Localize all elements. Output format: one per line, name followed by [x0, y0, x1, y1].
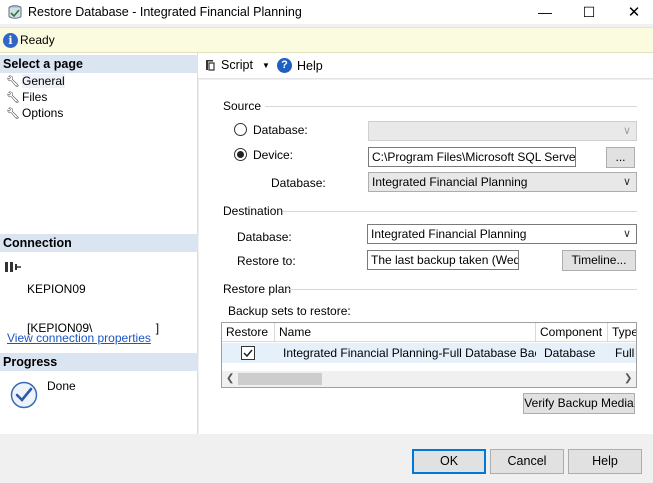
- script-button[interactable]: Script ▼: [203, 58, 270, 72]
- page-item-label: Files: [22, 90, 48, 104]
- destination-database-combo[interactable]: Integrated Financial Planning ∨: [367, 224, 637, 244]
- view-connection-properties-link[interactable]: View connection properties: [7, 331, 151, 345]
- source-database-radio-label: Database:: [253, 123, 308, 137]
- restore-to-label: Restore to:: [237, 254, 296, 268]
- page-item-general[interactable]: 🔧︎ General: [6, 73, 65, 89]
- status-bar: i Ready: [0, 27, 653, 53]
- destination-divider: [283, 211, 637, 212]
- select-page-header: Select a page: [0, 55, 198, 73]
- help-button[interactable]: Help: [568, 449, 642, 474]
- page-item-label: General: [22, 74, 65, 88]
- window-title: Restore Database - Integrated Financial …: [28, 5, 302, 19]
- wrench-icon: 🔧︎: [6, 107, 20, 120]
- table-row[interactable]: Integrated Financial Planning-Full Datab…: [222, 343, 636, 363]
- done-check-icon: [10, 381, 38, 409]
- help-label: Help: [297, 58, 323, 73]
- wrench-icon: 🔧︎: [6, 75, 20, 88]
- source-database-radio[interactable]: [234, 123, 247, 136]
- progress-header: Progress: [0, 353, 198, 371]
- verify-backup-media-button[interactable]: Verify Backup Media: [523, 393, 635, 414]
- device-path-field[interactable]: C:\Program Files\Microsoft SQL Server\MS: [368, 147, 576, 167]
- maximize-button[interactable]: ☐: [566, 0, 612, 24]
- title-bar: Restore Database - Integrated Financial …: [0, 0, 653, 24]
- destination-database-label: Database:: [237, 230, 292, 244]
- source-database-combo[interactable]: Integrated Financial Planning ∨: [368, 172, 637, 192]
- scroll-left-icon[interactable]: ❮: [226, 371, 234, 387]
- page-item-label: Options: [22, 106, 64, 120]
- connection-header: Connection: [0, 234, 198, 252]
- source-database-label: Database:: [271, 176, 326, 190]
- minimize-button[interactable]: —: [522, 0, 568, 24]
- chevron-down-icon: ∨: [622, 176, 631, 188]
- ok-button[interactable]: OK: [412, 449, 486, 474]
- column-header-restore[interactable]: Restore: [222, 323, 275, 342]
- source-database-value: Integrated Financial Planning: [372, 175, 528, 189]
- cancel-button[interactable]: Cancel: [490, 449, 564, 474]
- info-icon: i: [3, 33, 18, 48]
- backup-set-type: Full: [615, 346, 635, 360]
- backup-sets-label: Backup sets to restore:: [228, 304, 351, 318]
- column-header-name[interactable]: Name: [275, 323, 536, 342]
- destination-database-value: Integrated Financial Planning: [371, 227, 527, 241]
- destination-group-label: Destination: [223, 204, 284, 218]
- horizontal-scrollbar[interactable]: ❮ ❯: [222, 371, 636, 387]
- wrench-icon: 🔧︎: [6, 91, 20, 104]
- column-header-component[interactable]: Component: [536, 323, 608, 342]
- backup-set-name: Integrated Financial Planning-Full Datab…: [283, 346, 536, 360]
- checkmark-icon: [243, 349, 253, 358]
- timeline-button[interactable]: Timeline...: [562, 250, 636, 271]
- restore-plan-divider: [288, 289, 637, 290]
- source-device-radio[interactable]: [234, 148, 247, 161]
- source-device-radio-label: Device:: [253, 148, 294, 162]
- browse-device-button[interactable]: ...: [606, 147, 635, 168]
- source-divider: [265, 106, 637, 107]
- scrollbar-thumb[interactable]: [238, 373, 322, 385]
- progress-status: Done: [47, 379, 76, 393]
- status-text: Ready: [20, 33, 55, 47]
- column-header-type[interactable]: Type: [608, 323, 636, 342]
- scroll-right-icon[interactable]: ❯: [624, 371, 632, 387]
- chevron-down-icon: ∨: [622, 228, 631, 240]
- script-label: Script: [221, 58, 253, 72]
- toolbar: Script ▼ ? Help: [198, 53, 653, 79]
- source-group-label: Source: [223, 99, 262, 113]
- help-icon: ?: [277, 58, 292, 73]
- connection-server: KEPION09: [27, 282, 86, 296]
- backup-sets-grid: Restore Name Component Type Integrated F…: [221, 322, 637, 388]
- restore-plan-group-label: Restore plan: [223, 282, 292, 296]
- left-pane: Select a page 🔧︎ General 🔧︎ Files 🔧︎ Opt…: [0, 53, 198, 434]
- restore-to-field[interactable]: The last backup taken (Wedne: [367, 250, 519, 270]
- source-database-select[interactable]: ∨: [368, 121, 637, 141]
- dialog-footer: OK Cancel Help: [0, 434, 653, 483]
- restore-checkbox[interactable]: [241, 346, 255, 360]
- chevron-down-icon[interactable]: ▼: [262, 61, 270, 70]
- page-item-options[interactable]: 🔧︎ Options: [6, 105, 63, 121]
- page-item-files[interactable]: 🔧︎ Files: [6, 89, 47, 105]
- restore-database-icon: [8, 5, 22, 19]
- script-icon: [206, 60, 215, 71]
- grid-header: Restore Name Component Type: [222, 323, 636, 342]
- help-toolbar-button[interactable]: ? Help: [277, 58, 323, 73]
- server-connection-icon: [5, 262, 21, 272]
- close-button[interactable]: ✕: [611, 0, 653, 24]
- backup-set-component: Database: [544, 346, 596, 360]
- chevron-down-icon: ∨: [622, 125, 631, 137]
- general-page: Source Database: ∨ Device: C:\Program Fi…: [199, 80, 653, 434]
